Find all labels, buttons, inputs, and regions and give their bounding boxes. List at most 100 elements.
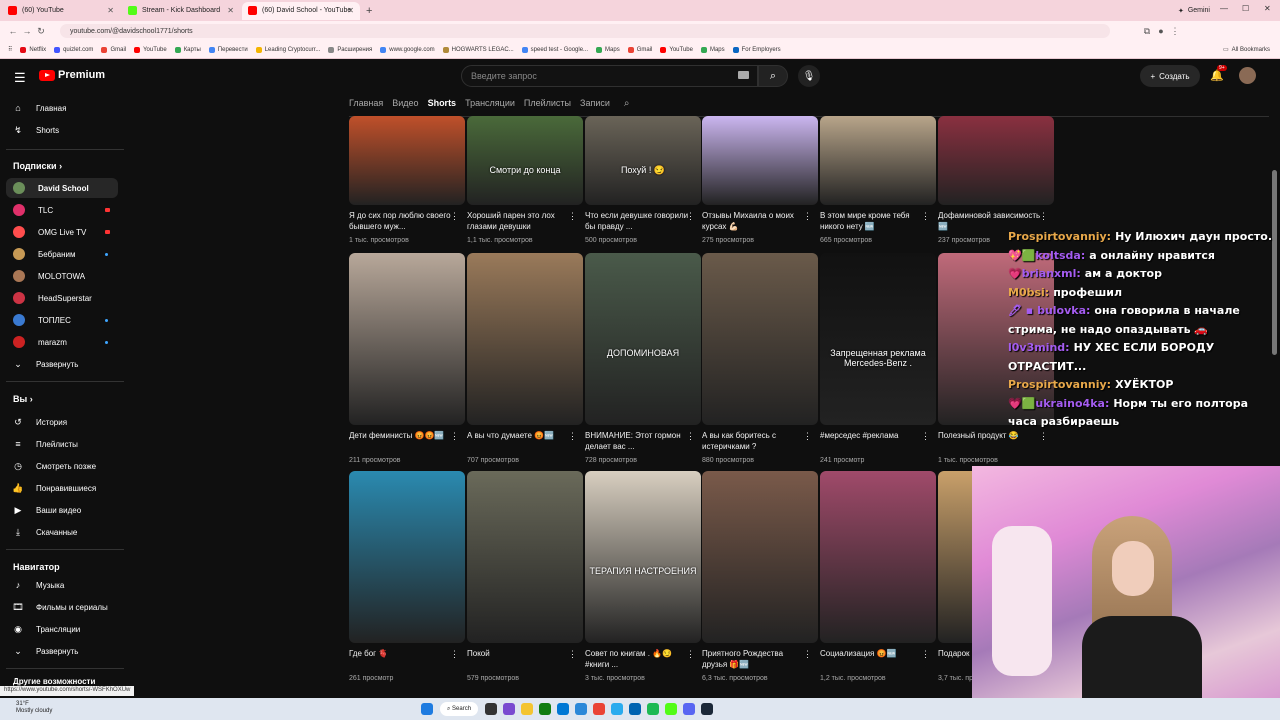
short-card[interactable]: Я до сих пор люблю своего бывшего муж...…: [349, 116, 465, 265]
short-thumbnail[interactable]: [820, 471, 936, 643]
weather-widget[interactable]: 31°F Mostly cloudy: [16, 701, 52, 715]
short-views: 3 тыс. просмотров: [585, 675, 645, 682]
short-card[interactable]: ТЕРАПИЯ НАСТРОЕНИЯ Совет по книгам . 🔥😏 #…: [585, 471, 701, 703]
short-title[interactable]: В этом мире кроме тебя никого нету 🆕: [820, 210, 924, 232]
short-card[interactable]: Дети феминисты 😡😡🆕 ⋮ 211 просмотров: [349, 253, 465, 485]
short-title[interactable]: Что если девушке говорили бы правду ...: [585, 210, 689, 232]
short-title[interactable]: Хороший парен это лох глазами девушки: [467, 210, 571, 232]
short-thumbnail[interactable]: [702, 253, 818, 425]
more-options-icon[interactable]: ⋮: [686, 211, 695, 222]
short-card[interactable]: В этом мире кроме тебя никого нету 🆕 ⋮ 665…: [820, 116, 936, 265]
short-title[interactable]: Социализация 😡🆕: [820, 648, 924, 670]
short-thumbnail[interactable]: [702, 116, 818, 205]
short-views: 579 просмотров: [467, 675, 519, 682]
more-options-icon[interactable]: ⋮: [803, 211, 812, 222]
chat-username: 🖊 ▪ bulovka:: [1008, 304, 1091, 317]
more-options-icon[interactable]: ⋮: [803, 431, 812, 442]
short-views: 1 тыс. просмотров: [349, 237, 409, 244]
discord-icon[interactable]: [683, 703, 695, 715]
short-views: 665 просмотров: [820, 237, 872, 244]
short-thumbnail[interactable]: [349, 471, 465, 643]
more-options-icon[interactable]: ⋮: [568, 649, 577, 660]
short-views: 6,3 тыс. просмотров: [702, 675, 768, 682]
short-thumbnail[interactable]: [702, 471, 818, 643]
spotify-icon[interactable]: [647, 703, 659, 715]
steam-icon[interactable]: [701, 703, 713, 715]
mail-icon[interactable]: [629, 703, 641, 715]
short-card[interactable]: Отзывы Михаила о моих курсах 💪🏻 ⋮ 275 прос…: [702, 116, 818, 265]
store-icon[interactable]: [575, 703, 587, 715]
short-thumbnail[interactable]: [349, 116, 465, 205]
short-card[interactable]: ДОПОМИНОВАЯ ВНИМАНИЕ: Этот гормон делает …: [585, 253, 701, 485]
more-options-icon[interactable]: ⋮: [686, 431, 695, 442]
short-card[interactable]: Запрещенная реклама Mercedes-Benz . #мерс…: [820, 253, 936, 485]
more-options-icon[interactable]: ⋮: [803, 649, 812, 660]
short-thumbnail[interactable]: [938, 116, 1054, 205]
more-options-icon[interactable]: ⋮: [921, 211, 930, 222]
windows-taskbar: 31°F Mostly cloudy ⌕ Search: [0, 698, 1280, 720]
more-options-icon[interactable]: ⋮: [450, 211, 459, 222]
more-options-icon[interactable]: ⋮: [1039, 211, 1048, 222]
chat-message: 💗🟩ukraino4ka: Норм ты его полтора часа ра…: [1008, 395, 1276, 432]
more-options-icon[interactable]: ⋮: [921, 431, 930, 442]
short-title[interactable]: ВНИМАНИЕ: Этот гормон делает вас ...: [585, 430, 689, 452]
telegram-icon[interactable]: [611, 703, 623, 715]
chat-text: ам а доктор: [1084, 267, 1162, 280]
chat-username: M0bsi:: [1008, 285, 1050, 299]
short-title[interactable]: Отзывы Михаила о моих курсах 💪🏻: [702, 210, 806, 232]
more-options-icon[interactable]: ⋮: [686, 649, 695, 660]
more-options-icon[interactable]: ⋮: [921, 649, 930, 660]
short-title[interactable]: Совет по книгам . 🔥😏 #книги ...: [585, 648, 689, 670]
short-card[interactable]: Социализация 😡🆕 ⋮ 1,2 тыс. просмотров: [820, 471, 936, 703]
short-title[interactable]: Приятного Рождества друзья 🎁🆕: [702, 648, 806, 670]
short-card[interactable]: Приятного Рождества друзья 🎁🆕 ⋮ 6,3 тыс. п…: [702, 471, 818, 703]
short-card[interactable]: Покой ⋮ 579 просмотров: [467, 471, 583, 703]
file-explorer-icon[interactable]: [521, 703, 533, 715]
task-view-icon[interactable]: [485, 703, 497, 715]
kick-icon[interactable]: [665, 703, 677, 715]
short-card[interactable]: А вы как боритесь с истеричками ? ⋮ 880 пр…: [702, 253, 818, 485]
more-options-icon[interactable]: ⋮: [450, 649, 459, 660]
edge-icon[interactable]: [557, 703, 569, 715]
short-title[interactable]: #мерседес #реклама: [820, 430, 924, 452]
short-thumbnail[interactable]: [349, 253, 465, 425]
short-thumbnail[interactable]: ДОПОМИНОВАЯ: [585, 253, 701, 425]
windows-start-icon[interactable]: [421, 703, 433, 715]
short-card[interactable]: Где бог 🫀 ⋮ 261 просмотр: [349, 471, 465, 703]
short-views: 237 просмотров: [938, 237, 990, 244]
more-options-icon[interactable]: ⋮: [568, 431, 577, 442]
taskbar-search[interactable]: ⌕ Search: [440, 702, 478, 716]
short-thumbnail[interactable]: Похуй ! 😏: [585, 116, 701, 205]
chat-message: l0v3mind: НУ ХЕС ЕСЛИ БОРОДУ ОТРАСТИТ...: [1008, 339, 1276, 376]
short-thumbnail[interactable]: [467, 253, 583, 425]
short-title[interactable]: Дети феминисты 😡😡🆕: [349, 430, 453, 452]
short-card[interactable]: Похуй ! 😏 Что если девушке говорили бы пр…: [585, 116, 701, 265]
short-card[interactable]: Смотри до конца Хороший парен это лох гла…: [467, 116, 583, 265]
thumbnail-caption: ТЕРАПИЯ НАСТРОЕНИЯ: [589, 566, 697, 576]
short-title[interactable]: Покой: [467, 648, 571, 670]
weather-temp: 31°F: [16, 701, 29, 707]
short-thumbnail[interactable]: Запрещенная реклама Mercedes-Benz .: [820, 253, 936, 425]
chat-text: Ну Илюхич даун просто.: [1115, 230, 1272, 243]
short-title[interactable]: Я до сих пор люблю своего бывшего муж...: [349, 210, 453, 232]
chrome-icon[interactable]: [593, 703, 605, 715]
more-options-icon[interactable]: ⋮: [450, 431, 459, 442]
short-title[interactable]: Полезный продукт 😂: [938, 430, 1042, 452]
short-card[interactable]: А вы что думаете 😡🆕 ⋮ 707 просмотров: [467, 253, 583, 485]
short-title[interactable]: А вы как боритесь с истеричками ?: [702, 430, 806, 452]
short-thumbnail[interactable]: Смотри до конца: [467, 116, 583, 205]
chat-message: 💖🟩koltsda: а онлайну нравится: [1008, 247, 1276, 266]
short-thumbnail[interactable]: ТЕРАПИЯ НАСТРОЕНИЯ: [585, 471, 701, 643]
more-options-icon[interactable]: ⋮: [568, 211, 577, 222]
webcam-overlay: [972, 466, 1280, 698]
short-thumbnail[interactable]: [467, 471, 583, 643]
short-views: 1 тыс. просмотров: [938, 457, 998, 464]
more-options-icon[interactable]: ⋮: [1039, 431, 1048, 442]
xbox-icon[interactable]: [539, 703, 551, 715]
copilot-icon[interactable]: [503, 703, 515, 715]
short-title[interactable]: Где бог 🫀: [349, 648, 453, 670]
short-thumbnail[interactable]: [820, 116, 936, 205]
short-views: 275 просмотров: [702, 237, 754, 244]
short-title[interactable]: А вы что думаете 😡🆕: [467, 430, 571, 452]
short-views: 261 просмотр: [349, 675, 394, 682]
